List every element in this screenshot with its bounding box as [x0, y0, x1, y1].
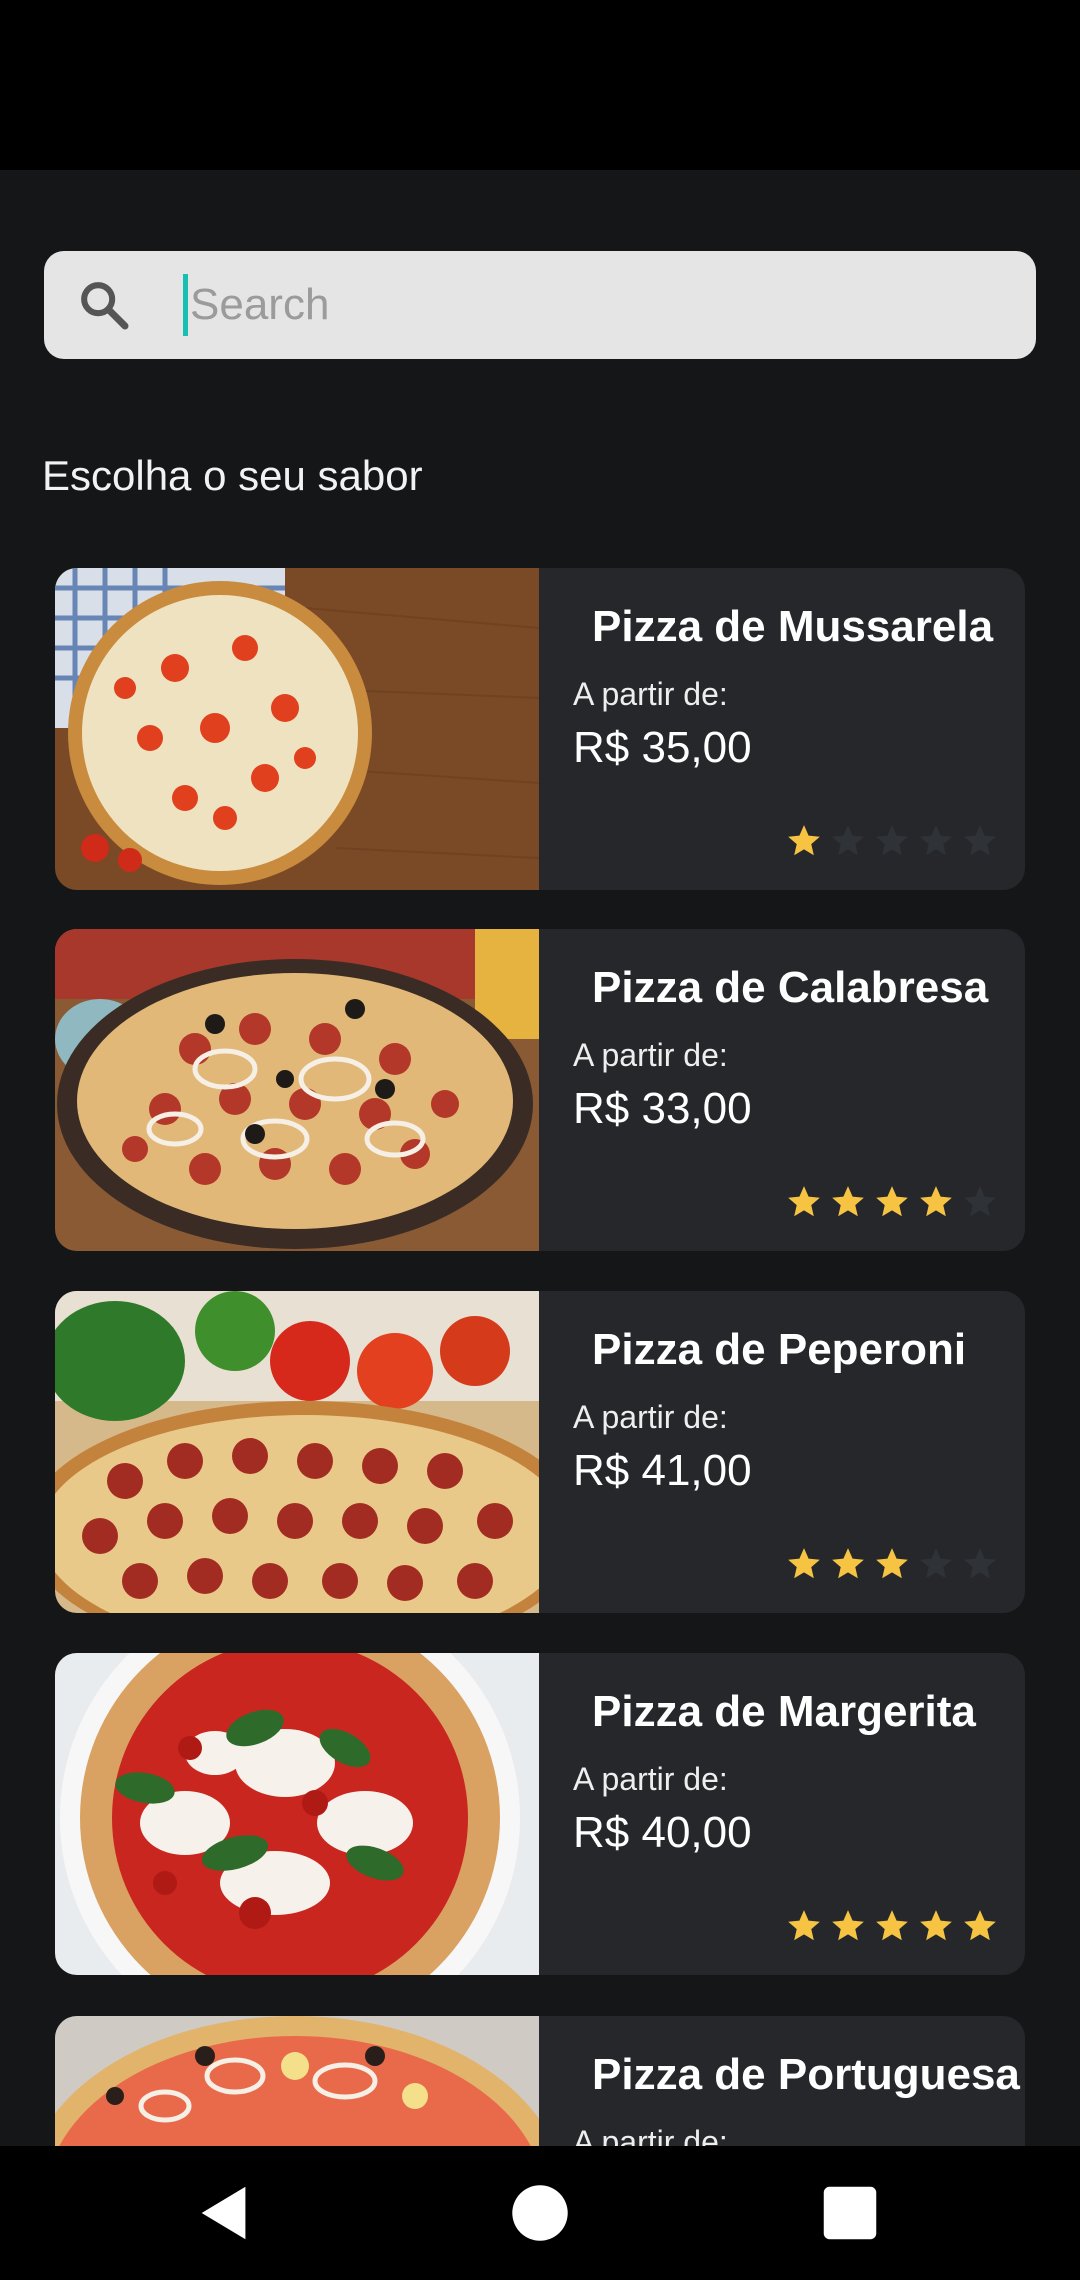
star-filled-icon [876, 1548, 908, 1579]
star-empty-icon [964, 1548, 996, 1579]
star-empty-icon [876, 825, 908, 856]
status-bar [0, 0, 1080, 170]
star-filled-icon [788, 825, 820, 856]
star-filled-icon [876, 1910, 908, 1941]
pizza-image [55, 2016, 539, 2146]
rating-stars [785, 1907, 999, 1945]
back-icon[interactable] [190, 2178, 260, 2248]
pizza-card-mussarela[interactable]: Pizza de Mussarela A partir de: R$ 35,00 [55, 568, 1025, 890]
search-icon [81, 282, 129, 330]
pizza-list[interactable]: Pizza de Mussarela A partir de: R$ 35,00 [55, 568, 1025, 2146]
pizza-name: Pizza de Margerita [592, 1687, 976, 1736]
rating-stars [785, 822, 999, 860]
pizza-name: Pizza de Peperoni [592, 1325, 967, 1374]
pizza-price: R$ 35,00 [573, 723, 752, 772]
recents-icon[interactable] [815, 2178, 885, 2248]
price-from-label: A partir de: [573, 2124, 728, 2146]
pizza-card-calabresa[interactable]: Pizza de Calabresa A partir de: R$ 33,00 [55, 929, 1025, 1251]
pizza-price: R$ 40,00 [573, 1808, 752, 1857]
star-filled-icon [788, 1548, 820, 1579]
pizza-image [55, 1653, 539, 1975]
pizza-card-peperoni[interactable]: Pizza de Peperoni A partir de: R$ 41,00 [55, 1291, 1025, 1613]
pizza-card-margerita[interactable]: Pizza de Margerita A partir de: R$ 40,00 [55, 1653, 1025, 1975]
star-filled-icon [832, 1186, 864, 1217]
star-empty-icon [920, 1548, 952, 1579]
pizza-name: Pizza de Portuguesa [592, 2050, 1020, 2099]
star-empty-icon [920, 825, 952, 856]
text-cursor [183, 274, 188, 336]
price-from-label: A partir de: [573, 1037, 728, 1073]
star-filled-icon [832, 1910, 864, 1941]
star-empty-icon [964, 825, 996, 856]
star-empty-icon [832, 825, 864, 856]
navigation-bar [0, 2146, 1080, 2280]
star-filled-icon [832, 1548, 864, 1579]
price-from-label: A partir de: [573, 1761, 728, 1797]
pizza-card-portuguesa[interactable]: Pizza de Portuguesa A partir de: [55, 2016, 1025, 2146]
star-filled-icon [876, 1186, 908, 1217]
section-title: Escolha o seu sabor [42, 452, 423, 499]
search-input[interactable] [190, 269, 990, 341]
home-icon[interactable] [505, 2178, 575, 2248]
star-filled-icon [788, 1910, 820, 1941]
price-from-label: A partir de: [573, 1399, 728, 1435]
star-empty-icon [964, 1186, 996, 1217]
rating-stars [785, 1183, 999, 1221]
pizza-image [55, 1291, 539, 1613]
star-filled-icon [920, 1186, 952, 1217]
rating-stars [785, 1545, 999, 1583]
pizza-image [55, 568, 539, 890]
pizza-image [55, 929, 539, 1251]
star-filled-icon [788, 1186, 820, 1217]
pizza-price: R$ 33,00 [573, 1084, 752, 1133]
star-filled-icon [964, 1910, 996, 1941]
price-from-label: A partir de: [573, 676, 728, 712]
pizza-name: Pizza de Calabresa [592, 963, 989, 1012]
pizza-price: R$ 41,00 [573, 1446, 752, 1495]
search-bar[interactable] [44, 251, 1036, 359]
pizza-name: Pizza de Mussarela [592, 602, 994, 651]
star-filled-icon [920, 1910, 952, 1941]
